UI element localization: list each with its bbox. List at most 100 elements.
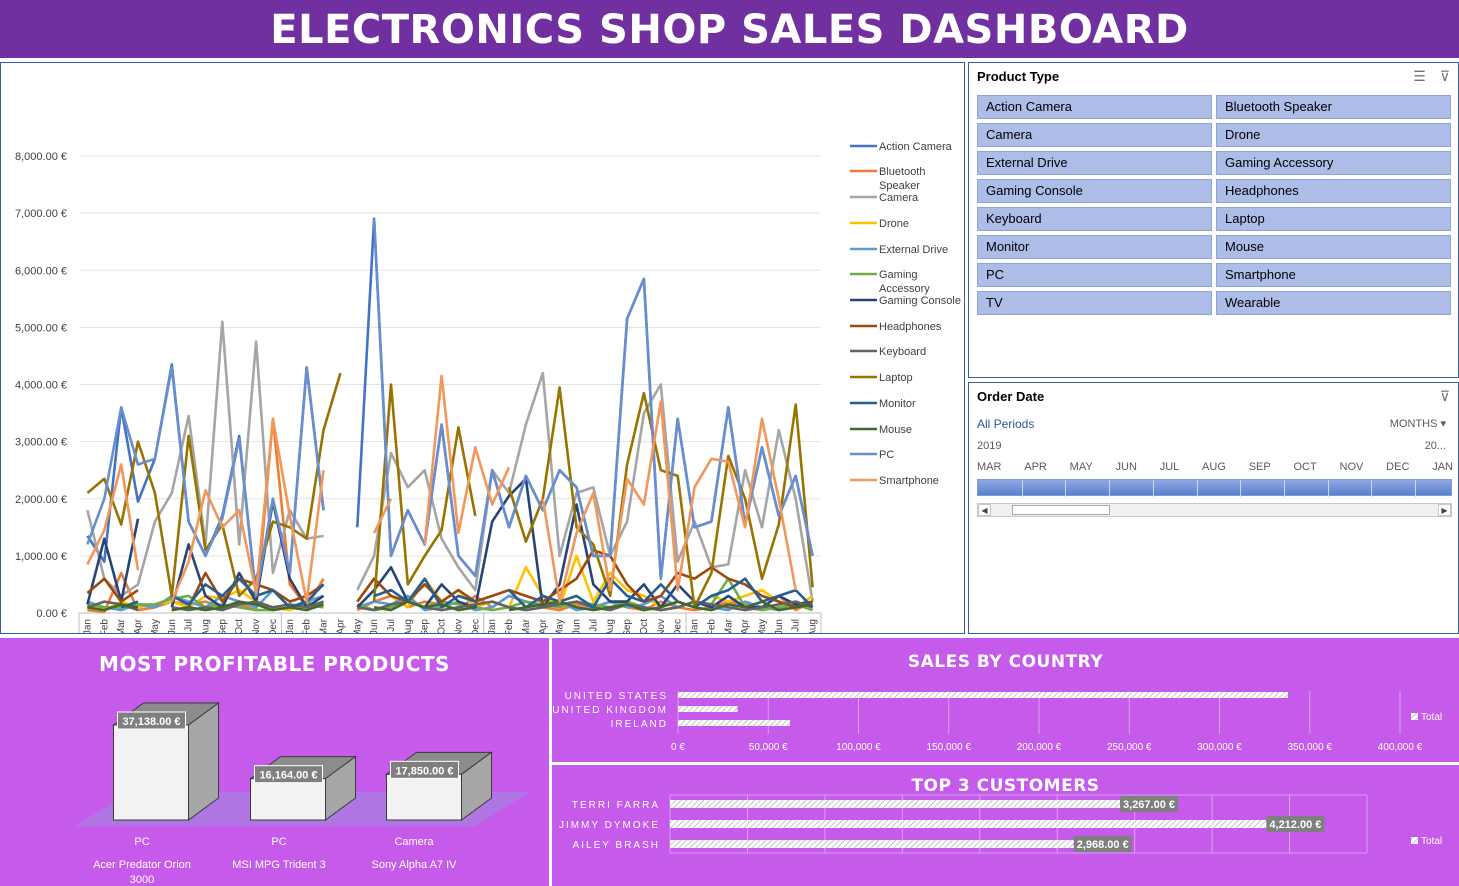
slicer-item-action-camera[interactable]: Action Camera — [977, 95, 1212, 119]
x-month-label: Feb — [302, 619, 313, 633]
value-label: 37,138.00 € — [122, 716, 180, 728]
time-level-dropdown[interactable]: MONTHS ▾ — [1390, 417, 1446, 430]
scroll-right-icon[interactable]: ▶ — [1438, 504, 1451, 516]
all-periods-label: All Periods — [977, 417, 1035, 431]
sales-by-country-panel[interactable]: SALES BY COUNTRY 0 €50,000 €100,000 €150… — [552, 638, 1459, 762]
product-type-slicer: Product Type ☰ ⊽ Action Camera Bluetooth … — [968, 62, 1459, 378]
x-month-label: Jun — [369, 619, 380, 633]
x-month-label: Oct — [639, 619, 650, 633]
top-customers-panel[interactable]: TOP 3 CUSTOMERS TERRI FARRA 3,267.00 € JIM… — [552, 765, 1459, 886]
category-label: JIMMY DYMOKE — [559, 820, 660, 831]
product-name-label: Sony Alpha A7 IV — [371, 859, 457, 871]
timeline-month-nov[interactable]: NOV — [1340, 461, 1364, 473]
timeline-tick — [1109, 480, 1111, 497]
legend-label-laptop: Laptop — [879, 372, 913, 384]
slicer-item-camera[interactable]: Camera — [977, 123, 1212, 147]
product-name-label: MSI MPG Trident 3 — [232, 859, 326, 871]
profit-bar-chart-svg: 37,138.00 € PC Acer Predator Orion 3000 16,1… — [75, 702, 530, 886]
timeline-selection-bar[interactable] — [977, 479, 1452, 497]
legend-label-mouse: Mouse — [879, 424, 912, 436]
slicer-item-gaming-console[interactable]: Gaming Console — [977, 179, 1212, 203]
timeline-tick — [1327, 480, 1329, 497]
slicer-item-mouse[interactable]: Mouse — [1216, 235, 1451, 259]
clear-filter-icon[interactable]: ⊽ — [1440, 388, 1450, 405]
x-month-label: Aug — [808, 619, 819, 633]
scroll-left-icon[interactable]: ◀ — [978, 504, 991, 516]
category-label: UNITED KINGDOM — [552, 705, 668, 716]
x-month-label: Jun — [571, 619, 582, 633]
timeline-month-dec[interactable]: DEC — [1386, 461, 1409, 473]
x-month-label: Aug — [200, 619, 211, 633]
x-month-label: Oct — [234, 619, 245, 633]
slicer-item-headphones[interactable]: Headphones — [1216, 179, 1451, 203]
clear-filter-icon[interactable]: ⊽ — [1440, 68, 1450, 85]
slicer-item-pc[interactable]: PC — [977, 263, 1212, 287]
slicer-item-drone[interactable]: Drone — [1216, 123, 1451, 147]
x-month-label: Jan — [285, 619, 296, 633]
x-month-label: Mar — [521, 618, 532, 633]
slicer-item-smartphone[interactable]: Smartphone — [1216, 263, 1451, 287]
order-date-timeline-title: Order Date — [977, 389, 1045, 404]
slicer-item-keyboard[interactable]: Keyboard — [977, 207, 1212, 231]
product-name-label: Acer Predator Orion — [93, 859, 191, 871]
timeline-month-mar[interactable]: MAR — [977, 461, 1001, 473]
slicer-item-wearable[interactable]: Wearable — [1216, 291, 1451, 315]
country-bar-chart-svg: 0 € 50,000 € 100,000 € 150,000 € 200,000 € 25… — [552, 691, 1442, 753]
y-tick-label: 2,000.00 € — [15, 494, 67, 506]
x-tick-label: 150,000 € — [927, 742, 972, 753]
legend-label-monitor: Monitor — [879, 398, 916, 410]
timeline-month-sep[interactable]: SEP — [1249, 461, 1271, 473]
most-profitable-products-panel[interactable]: MOST PROFITABLE PRODUCTS 37,138.00 € PC Ac… — [0, 638, 549, 886]
dashboard-title: ELECTRONICS SHOP SALES DASHBOARD — [0, 0, 1459, 58]
legend-label-action-camera: Action Camera — [879, 141, 953, 153]
x-month-label: Nov — [453, 619, 464, 633]
timeline-month-aug[interactable]: AUG — [1202, 461, 1226, 473]
timeline-month-oct[interactable]: OCT — [1294, 461, 1317, 473]
legend-swatch — [1411, 837, 1418, 844]
legend-label-gaming-console: Gaming Console — [879, 295, 961, 307]
timeline-scrollbar[interactable]: ◀ ▶ — [977, 503, 1452, 517]
slicer-item-laptop[interactable]: Laptop — [1216, 207, 1451, 231]
slicer-item-bluetooth-speaker[interactable]: Bluetooth Speaker — [1216, 95, 1451, 119]
timeline-tick — [1283, 480, 1285, 497]
country-bar — [678, 692, 1289, 698]
x-tick-label: 100,000 € — [836, 742, 881, 753]
x-month-label: Jan — [690, 619, 701, 633]
timeline-month-may[interactable]: MAY — [1070, 461, 1093, 473]
profit-bar — [386, 773, 462, 821]
slicer-item-tv[interactable]: TV — [977, 291, 1212, 315]
line-chart-svg: 0.00 € 1,000.00 € 2,000.00 € 3,000.00 € 4,00… — [15, 141, 961, 633]
x-month-label: Feb — [99, 619, 110, 633]
x-month-label: May — [757, 619, 768, 633]
legend-label-keyboard: Keyboard — [879, 346, 926, 358]
x-month-label: Dec — [470, 619, 481, 633]
profit-bar — [113, 724, 189, 821]
timeline-month-apr[interactable]: APR — [1024, 461, 1047, 473]
slicer-item-external-drive[interactable]: External Drive — [977, 151, 1212, 175]
timeline-month-jul[interactable]: JUL — [1160, 461, 1180, 473]
timeline-months: MAR APR MAY JUN JUL AUG SEP OCT NOV DEC JAN — [977, 461, 1453, 473]
country-bar — [678, 706, 738, 712]
customer-bar — [670, 820, 1323, 828]
timeline-month-jan[interactable]: JAN — [1432, 461, 1453, 473]
legend-label-drone: Drone — [879, 218, 909, 230]
series-line-pc — [86, 218, 814, 598]
value-label: 3,267.00 € — [1123, 799, 1175, 811]
x-month-label: Jun — [774, 619, 785, 633]
value-label: 16,164.00 € — [259, 770, 317, 782]
x-month-label: Sep — [622, 619, 633, 633]
x-month-label: Apr — [538, 618, 549, 633]
slicer-item-gaming-accessory[interactable]: Gaming Accessory — [1216, 151, 1451, 175]
value-label: 4,212.00 € — [1269, 819, 1321, 831]
monthly-sales-line-chart[interactable]: 0.00 € 1,000.00 € 2,000.00 € 3,000.00 € 4,00… — [0, 62, 965, 634]
slicer-item-monitor[interactable]: Monitor — [977, 235, 1212, 259]
timeline-month-jun[interactable]: JUN — [1116, 461, 1137, 473]
x-month-label: Jan — [487, 619, 498, 633]
multi-select-icon[interactable]: ☰ — [1413, 68, 1426, 85]
scrollbar-thumb[interactable] — [1012, 505, 1110, 515]
value-label: 17,850.00 € — [395, 765, 453, 777]
y-tick-label: 0.00 € — [36, 608, 67, 620]
x-month-label: Mar — [116, 618, 127, 633]
legend-label-smartphone: Smartphone — [879, 475, 939, 487]
x-month-label: Nov — [656, 619, 667, 633]
